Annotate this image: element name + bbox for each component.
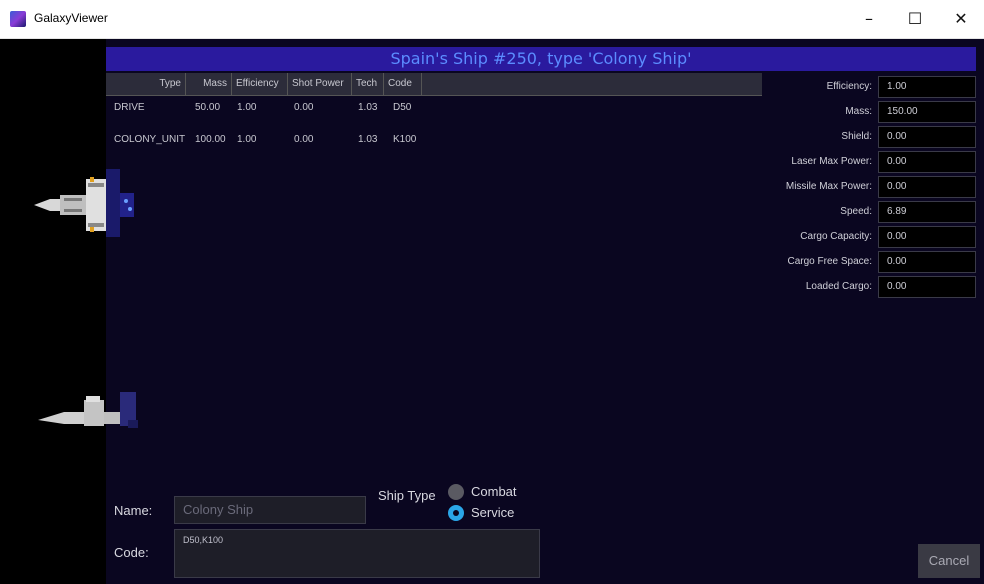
stat-mass: Mass: 150.00: [770, 101, 980, 123]
stat-value-field[interactable]: 0.00: [878, 151, 976, 173]
ship-hull: [84, 400, 104, 426]
ship-light: [90, 227, 94, 232]
stat-value-field[interactable]: 150.00: [878, 101, 976, 123]
table-row[interactable]: DRIVE 50.00 1.00 0.00 1.03 D50: [106, 97, 762, 119]
stat-label: Speed:: [840, 206, 872, 217]
col-header-type[interactable]: Type: [106, 73, 186, 95]
cancel-button[interactable]: Cancel: [918, 544, 980, 578]
stat-value-field[interactable]: 0.00: [878, 176, 976, 198]
ship-thruster: [128, 207, 132, 211]
col-header-mass[interactable]: Mass: [186, 73, 232, 95]
stat-label: Loaded Cargo:: [805, 281, 872, 292]
stat-cargo-free-space: Cargo Free Space: 0.00: [770, 251, 980, 273]
ship-type-combat-label[interactable]: Combat: [471, 484, 517, 499]
ship-nose: [38, 412, 84, 424]
stat-label: Efficiency:: [826, 81, 872, 92]
cell-efficiency: 1.00: [237, 102, 257, 113]
table-row[interactable]: COLONY_UNIT 100.00 1.00 0.00 1.03 K100: [106, 129, 762, 151]
ship-type-combat-radio[interactable]: [448, 484, 464, 500]
cell-code: K100: [393, 134, 417, 145]
stat-missile-max-power: Missile Max Power: 0.00: [770, 176, 980, 198]
stat-efficiency: Efficiency: 1.00: [770, 76, 980, 98]
stat-value-field[interactable]: 0.00: [878, 126, 976, 148]
stat-label: Missile Max Power:: [785, 181, 872, 192]
ship-header-title: Spain's Ship #250, type 'Colony Ship': [106, 47, 976, 71]
cell-shot-power: 0.00: [294, 134, 314, 145]
ship-preview-sidebar: [0, 39, 106, 584]
stat-value-field[interactable]: 0.00: [878, 226, 976, 248]
code-label: Code:: [114, 545, 149, 560]
window-titlebar: GalaxyViewer – ☐ ✕: [0, 0, 984, 39]
col-header-efficiency[interactable]: Efficiency: [232, 73, 288, 95]
cell-mass: 50.00: [195, 102, 221, 113]
stat-cargo-capacity: Cargo Capacity: 0.00: [770, 226, 980, 248]
stat-value-field[interactable]: 6.89: [878, 201, 976, 223]
stat-shield: Shield: 0.00: [770, 126, 980, 148]
ship-type-label: Ship Type: [378, 488, 436, 503]
window-title: GalaxyViewer: [34, 11, 108, 25]
stat-label: Mass:: [845, 106, 872, 117]
cell-tech: 1.03: [358, 102, 378, 113]
col-header-tech[interactable]: Tech: [352, 73, 384, 95]
cell-code: D50: [393, 102, 412, 113]
ship-panel: [64, 198, 82, 201]
ship-thruster: [124, 199, 128, 203]
cell-type: COLONY_UNIT: [114, 134, 186, 145]
stat-label: Shield:: [841, 131, 872, 142]
stat-label: Cargo Free Space:: [787, 256, 873, 267]
stat-value-field[interactable]: 1.00: [878, 76, 976, 98]
code-input[interactable]: D50,K100: [174, 529, 540, 578]
stat-speed: Speed: 6.89: [770, 201, 980, 223]
ship-detail: [88, 183, 104, 187]
ship-type-service-radio[interactable]: [448, 505, 464, 521]
minimize-button[interactable]: –: [846, 0, 892, 38]
ship-module: [104, 412, 120, 424]
ship-detail: [88, 223, 104, 227]
ship-nose: [34, 199, 60, 211]
name-input[interactable]: Colony Ship: [174, 496, 366, 524]
cell-type: DRIVE: [114, 102, 145, 113]
cell-efficiency: 1.00: [237, 134, 257, 145]
stat-label: Laser Max Power:: [791, 156, 872, 167]
ship-cockpit: [86, 396, 100, 402]
stat-label: Cargo Capacity:: [800, 231, 872, 242]
combat-ship-sprite: [38, 392, 138, 428]
stat-value-field[interactable]: 0.00: [878, 251, 976, 273]
cell-mass: 100.00: [195, 134, 226, 145]
stat-value-field[interactable]: 0.00: [878, 276, 976, 298]
ship-engine: [128, 420, 138, 428]
ship-panel: [64, 209, 82, 212]
stat-laser-max-power: Laser Max Power: 0.00: [770, 151, 980, 173]
colony-ship-sprite: [34, 169, 134, 237]
name-label: Name:: [114, 503, 153, 518]
ship-fin: [106, 169, 120, 237]
cell-shot-power: 0.00: [294, 102, 314, 113]
ship-type-service-label[interactable]: Service: [471, 505, 514, 520]
col-header-code[interactable]: Code: [384, 73, 422, 95]
ship-light: [90, 177, 94, 182]
table-header: Type Mass Efficiency Shot Power Tech Cod…: [106, 73, 762, 96]
cell-tech: 1.03: [358, 134, 378, 145]
close-button[interactable]: ✕: [938, 0, 984, 38]
ship-engine: [120, 193, 134, 217]
col-header-shot-power[interactable]: Shot Power: [288, 73, 352, 95]
maximize-button[interactable]: ☐: [892, 0, 938, 38]
stat-loaded-cargo: Loaded Cargo: 0.00: [770, 276, 980, 298]
galaxy-app-icon: [10, 11, 26, 27]
